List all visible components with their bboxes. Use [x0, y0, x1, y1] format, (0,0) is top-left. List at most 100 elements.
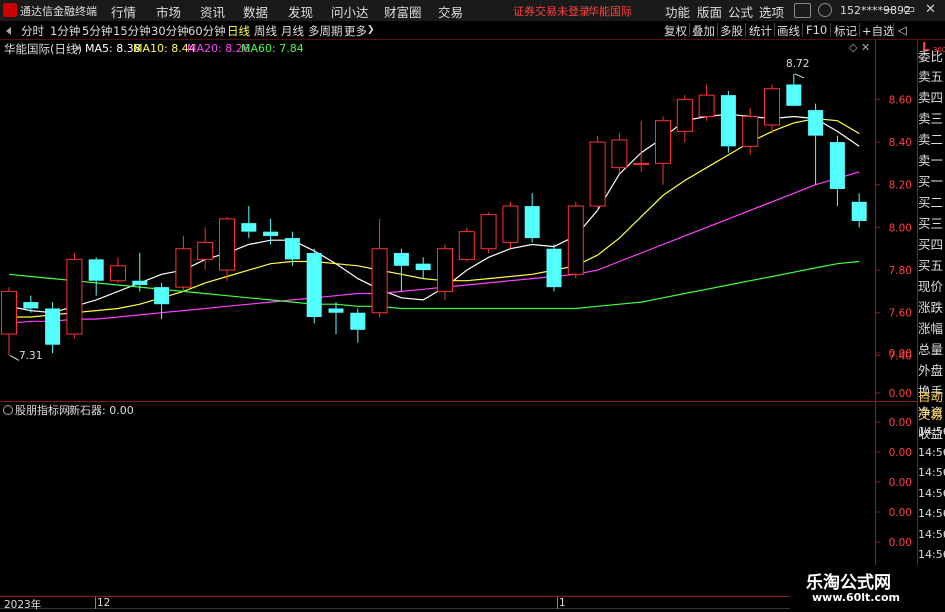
- app-logo-icon: [3, 3, 17, 17]
- candle-body: [742, 115, 759, 147]
- f10-button[interactable]: F10: [806, 23, 827, 37]
- tick-time: 14:56: [918, 425, 945, 438]
- candle: [851, 193, 867, 228]
- auto-trade-label[interactable]: 交易: [918, 404, 945, 423]
- menu-bar: 通达信金融终端 行情 市场 资讯 数据 发现 问小达 财富圈 交易 证券交易未登…: [0, 0, 945, 22]
- candle-body: [676, 98, 693, 132]
- candle-body: [458, 231, 475, 260]
- collapse-panel-icon[interactable]: ◁: [898, 23, 907, 37]
- chart-title-arrow-icon[interactable]: [76, 45, 81, 51]
- candle: [742, 107, 759, 155]
- candle: [589, 135, 606, 211]
- sidebar-label: 卖五: [918, 69, 944, 84]
- candle-body: [480, 214, 497, 250]
- low-marker-line: [9, 354, 20, 361]
- menu-item-shichang[interactable]: 市场: [156, 2, 181, 21]
- sidebar-label: 买三: [918, 216, 944, 231]
- candle: [808, 103, 824, 185]
- sub-panel-toggle-icon[interactable]: [3, 405, 13, 415]
- sub-tick-label: 0.00: [889, 447, 912, 459]
- menu-item-shuju[interactable]: 数据: [243, 2, 268, 21]
- sub-tick-label: 0.00: [889, 388, 912, 400]
- time-axis-year: 2023年: [4, 599, 42, 611]
- candle-body: [567, 205, 584, 275]
- chart-title: 华能国际(日线): [4, 42, 82, 56]
- sidebar-label: 卖四: [918, 90, 944, 105]
- menu-item-jiaoyi[interactable]: 交易: [438, 2, 463, 21]
- candle-body: [23, 302, 39, 309]
- app-name: 通达信金融终端: [20, 5, 97, 18]
- minimize-icon[interactable]: —: [883, 2, 896, 17]
- more-chevron-icon[interactable]: ❯: [367, 25, 375, 35]
- maximize-icon[interactable]: ▭: [903, 2, 915, 17]
- toolbar-divider: [774, 23, 775, 37]
- add-watchlist-button[interactable]: +自选: [862, 23, 895, 39]
- tab-monthly[interactable]: 月线: [281, 23, 304, 39]
- candle-body: [655, 120, 671, 164]
- menu-item-banmian[interactable]: 版面: [697, 2, 722, 21]
- user-avatar-icon[interactable]: [818, 3, 832, 17]
- candle: [437, 244, 453, 300]
- y-tick-label: 7.60: [889, 308, 912, 320]
- tab-1min[interactable]: 1分钟: [50, 23, 80, 39]
- stock-short-name: 华能国际: [588, 5, 632, 18]
- toolbar-divider: [893, 23, 894, 37]
- candle-body: [175, 248, 192, 288]
- menu-item-gongneng[interactable]: 功能: [665, 2, 690, 21]
- draw-line-button[interactable]: 画线: [777, 23, 800, 39]
- fuquan-button[interactable]: 复权: [664, 23, 687, 39]
- y-tick-label: 8.00: [889, 222, 912, 234]
- candle-body: [415, 263, 431, 271]
- tab-30min[interactable]: 30分钟: [151, 23, 189, 39]
- candle: [720, 90, 736, 153]
- tab-15min[interactable]: 15分钟: [113, 23, 151, 39]
- tab-daily[interactable]: 日线: [227, 23, 250, 39]
- login-notice[interactable]: 证券交易未登录: [513, 3, 590, 19]
- sidebar-label: 买一: [918, 174, 944, 189]
- tick-time: 14:56: [918, 466, 945, 479]
- candle-body: [45, 308, 61, 345]
- sub-tick-label: 0.00: [889, 537, 912, 549]
- watermark-url: www.60lt.com: [812, 591, 901, 604]
- message-icon[interactable]: [794, 3, 811, 18]
- tab-more[interactable]: 更多: [344, 23, 367, 39]
- tab-multi-period[interactable]: 多周期: [308, 23, 343, 39]
- sub-indicator-value: 新石器: 0.00: [69, 404, 134, 417]
- candle-body: [328, 308, 344, 313]
- tick-time: 14:56: [918, 507, 945, 520]
- candle-body: [720, 95, 736, 147]
- tab-fenshi[interactable]: 分时: [21, 23, 44, 39]
- multi-stock-button[interactable]: 多股: [720, 23, 743, 39]
- sidebar-label: 涨跌: [918, 300, 944, 315]
- sidebar-label: 买五: [918, 258, 944, 273]
- overlay-button[interactable]: 叠加: [692, 23, 715, 39]
- chart-tools-icons[interactable]: ◇ ✕: [849, 41, 870, 54]
- watermark-title: 乐淘公式网: [806, 573, 891, 593]
- menu-item-wenxiaoda[interactable]: 问小达: [331, 2, 369, 21]
- mark-button[interactable]: 标记: [834, 23, 857, 39]
- auto-trade-label[interactable]: 自动: [918, 386, 945, 405]
- candle: [611, 133, 628, 175]
- kline-chart-area[interactable]: 8.608.408.208.007.807.607.40 0.00 0.00 0.0…: [0, 39, 945, 609]
- toolbar-divider: [802, 23, 803, 37]
- candle: [88, 257, 104, 296]
- tab-60min[interactable]: 60分钟: [188, 23, 226, 39]
- sub-panel-title[interactable]: 股朋指标网: [15, 402, 70, 418]
- menu-item-hangqing[interactable]: 行情: [111, 2, 136, 21]
- menu-item-gongshi[interactable]: 公式: [728, 2, 753, 21]
- user-phone[interactable]: 152****9892: [840, 4, 911, 17]
- menu-item-xuanxiang[interactable]: 选项: [759, 2, 784, 21]
- tab-5min[interactable]: 5分钟: [82, 23, 112, 39]
- price-axis: 8.608.408.208.007.807.607.40: [875, 94, 912, 362]
- candle-body: [393, 253, 409, 266]
- candle: [502, 201, 519, 249]
- statistics-button[interactable]: 统计: [749, 23, 772, 39]
- candle-body: [110, 265, 126, 282]
- menu-item-zixun[interactable]: 资讯: [200, 2, 225, 21]
- tab-weekly[interactable]: 周线: [254, 23, 277, 39]
- left-arrow-icon[interactable]: [6, 27, 11, 35]
- menu-item-caifuquan[interactable]: 财富圈: [384, 2, 422, 21]
- close-icon[interactable]: ✕: [925, 2, 936, 17]
- menu-item-faxian[interactable]: 发现: [288, 2, 313, 21]
- candle-body: [589, 141, 606, 207]
